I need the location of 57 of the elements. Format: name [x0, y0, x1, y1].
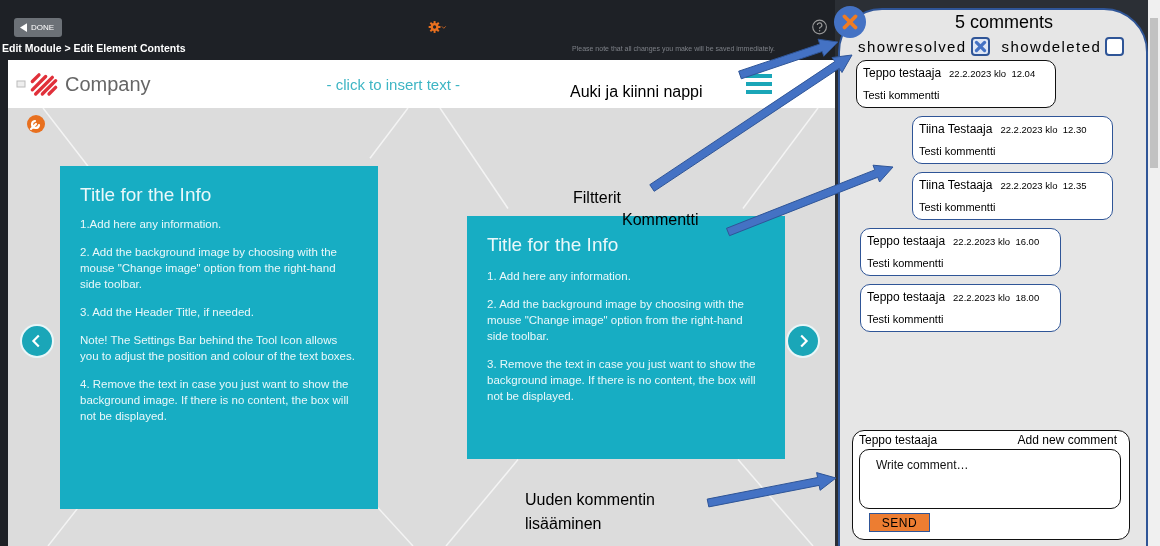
comment-timestamp: 22.2.2023 klo 18.00: [953, 292, 1040, 303]
annotation-label: Kommentti: [622, 210, 699, 230]
comment-text: Testi kommentti: [919, 145, 997, 157]
annotation-label: Auki ja kiinni nappi: [570, 82, 703, 102]
comment-text: Testi kommentti: [919, 201, 997, 213]
card-paragraph: 3. Add the Header Title, if needed.: [80, 305, 255, 320]
settings-icon[interactable]: [428, 18, 448, 36]
card-paragraph: Note! The Settings Bar behind the Tool Icon allows you to adjust the position and colour of the text boxes.: [80, 333, 356, 364]
comment-author: Tiina Testaaja: [919, 178, 993, 192]
annotation-label: Filtterit: [573, 188, 621, 208]
comment-timestamp: 22.2.2023 klo 12.04: [949, 68, 1036, 79]
send-button[interactable]: SEND: [869, 513, 930, 532]
card-paragraph: 2. Add the background image by choosing with the mouse "Change image" option from the right-hand side toolbar.: [487, 297, 745, 344]
filter-checkbox[interactable]: [970, 37, 990, 56]
filter-label: showresolved: [858, 38, 967, 55]
logo-icon: [29, 70, 59, 98]
back-triangle-icon: [20, 22, 27, 32]
comment-text: Testi kommentti: [867, 313, 945, 325]
card-paragraph: 4. Remove the text in case you just want to show the background image. If there is no content, the box will not be displayed.: [80, 377, 350, 424]
comment-timestamp: 22.2.2023 klo 12.30: [1000, 124, 1087, 135]
comment-text: Testi kommentti: [863, 89, 941, 101]
card-paragraph: 2. Add the background image by choosing with the mouse "Change image" option from the right-hand side toolbar.: [80, 245, 338, 292]
comment-bubble[interactable]: Tiina Testaaja 22.2.2023 klo 12.30 Testi kommentti: [912, 116, 1113, 164]
cross-icon: [973, 40, 987, 53]
close-button[interactable]: [834, 6, 866, 38]
comment-author: Teppo testaaja: [863, 66, 942, 80]
comment-author: Teppo testaaja: [867, 290, 946, 304]
card-title: Title for the Info: [487, 234, 620, 256]
wrench-icon[interactable]: [26, 114, 46, 134]
card-paragraph: 3. Remove the text in case you just want to show the background image. If there is no content, the box will not be displayed.: [487, 357, 757, 404]
comment-author: Tiina Testaaja: [919, 122, 993, 136]
filter-label: showdeleted: [1001, 38, 1102, 55]
breadcrumb: Edit Module > Edit Element Contents: [2, 42, 186, 54]
company-name: Company: [65, 72, 151, 96]
comment-bubble[interactable]: Teppo testaaja 22.2.2023 klo 18.00 Testi kommentti: [860, 284, 1061, 332]
broken-image-icon: [16, 79, 26, 89]
comment-timestamp: 22.2.2023 klo 16.00: [953, 236, 1040, 247]
comment-input[interactable]: Write comment…: [859, 449, 1121, 509]
scrollbar[interactable]: [1148, 0, 1160, 546]
comment-bubble[interactable]: Teppo testaaja 22.2.2023 klo 16.00 Testi kommentti: [860, 228, 1061, 276]
composer-heading: Add new comment: [1017, 433, 1117, 447]
comment-text: Testi kommentti: [867, 257, 945, 269]
help-icon[interactable]: [811, 17, 827, 37]
done-button[interactable]: DONE: [14, 17, 63, 37]
comment-count: 5 comments: [953, 12, 1054, 33]
card-title: Title for the Info: [80, 184, 213, 206]
card-paragraph: 1.Add here any information.: [80, 217, 223, 232]
comment-bubble[interactable]: Teppo testaaja 22.2.2023 klo 12.04 Testi kommentti: [856, 60, 1056, 108]
filter-checkbox[interactable]: [1105, 37, 1125, 56]
close-icon: [839, 11, 861, 33]
comment-author: Teppo testaaja: [867, 234, 946, 248]
comment-timestamp: 22.2.2023 klo 12.35: [1000, 180, 1087, 191]
comment-bubble[interactable]: Tiina Testaaja 22.2.2023 klo 12.35 Testi kommentti: [912, 172, 1113, 220]
card-paragraph: 1. Add here any information.: [487, 269, 632, 284]
annotation-label: Uuden kommentin lisääminen: [525, 490, 656, 534]
menu-icon[interactable]: [745, 74, 772, 94]
composer-author: Teppo testaaja: [859, 433, 938, 447]
